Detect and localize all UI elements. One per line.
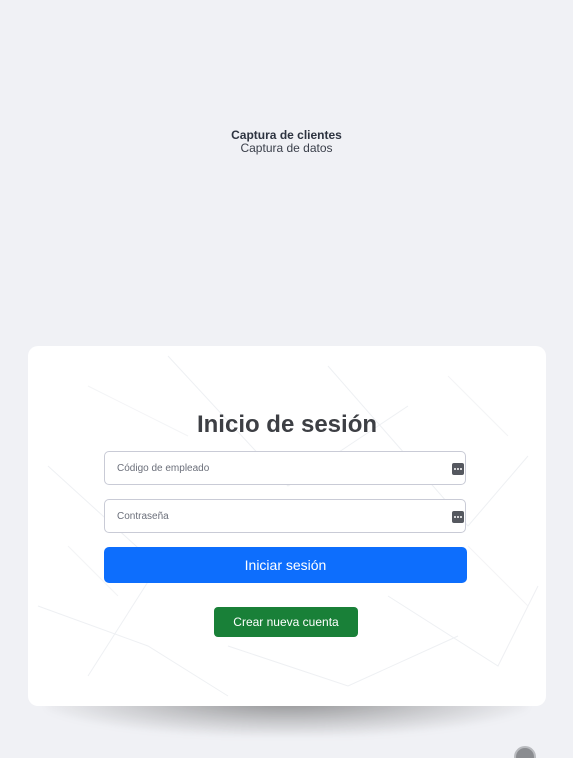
- floating-action-bubble[interactable]: [514, 746, 536, 758]
- password-input[interactable]: [105, 500, 437, 532]
- login-title: Inicio de sesión: [196, 411, 378, 438]
- password-manager-icon[interactable]: [452, 511, 464, 523]
- app-header: Captura de clientes Captura de datos: [0, 128, 573, 155]
- create-account-button[interactable]: Crear nueva cuenta: [214, 607, 358, 637]
- login-button[interactable]: Iniciar sesión: [104, 547, 467, 583]
- password-field[interactable]: [104, 499, 466, 533]
- employee-code-field[interactable]: [104, 451, 466, 485]
- app-subtitle: Captura de datos: [240, 141, 333, 155]
- employee-code-input[interactable]: [105, 452, 437, 484]
- password-manager-icon[interactable]: [452, 463, 464, 475]
- login-card: Inicio de sesión Iniciar sesión Crear nu…: [28, 346, 546, 706]
- page: Captura de clientes Captura de datos Ini…: [0, 0, 573, 758]
- app-title: Captura de clientes: [231, 128, 342, 142]
